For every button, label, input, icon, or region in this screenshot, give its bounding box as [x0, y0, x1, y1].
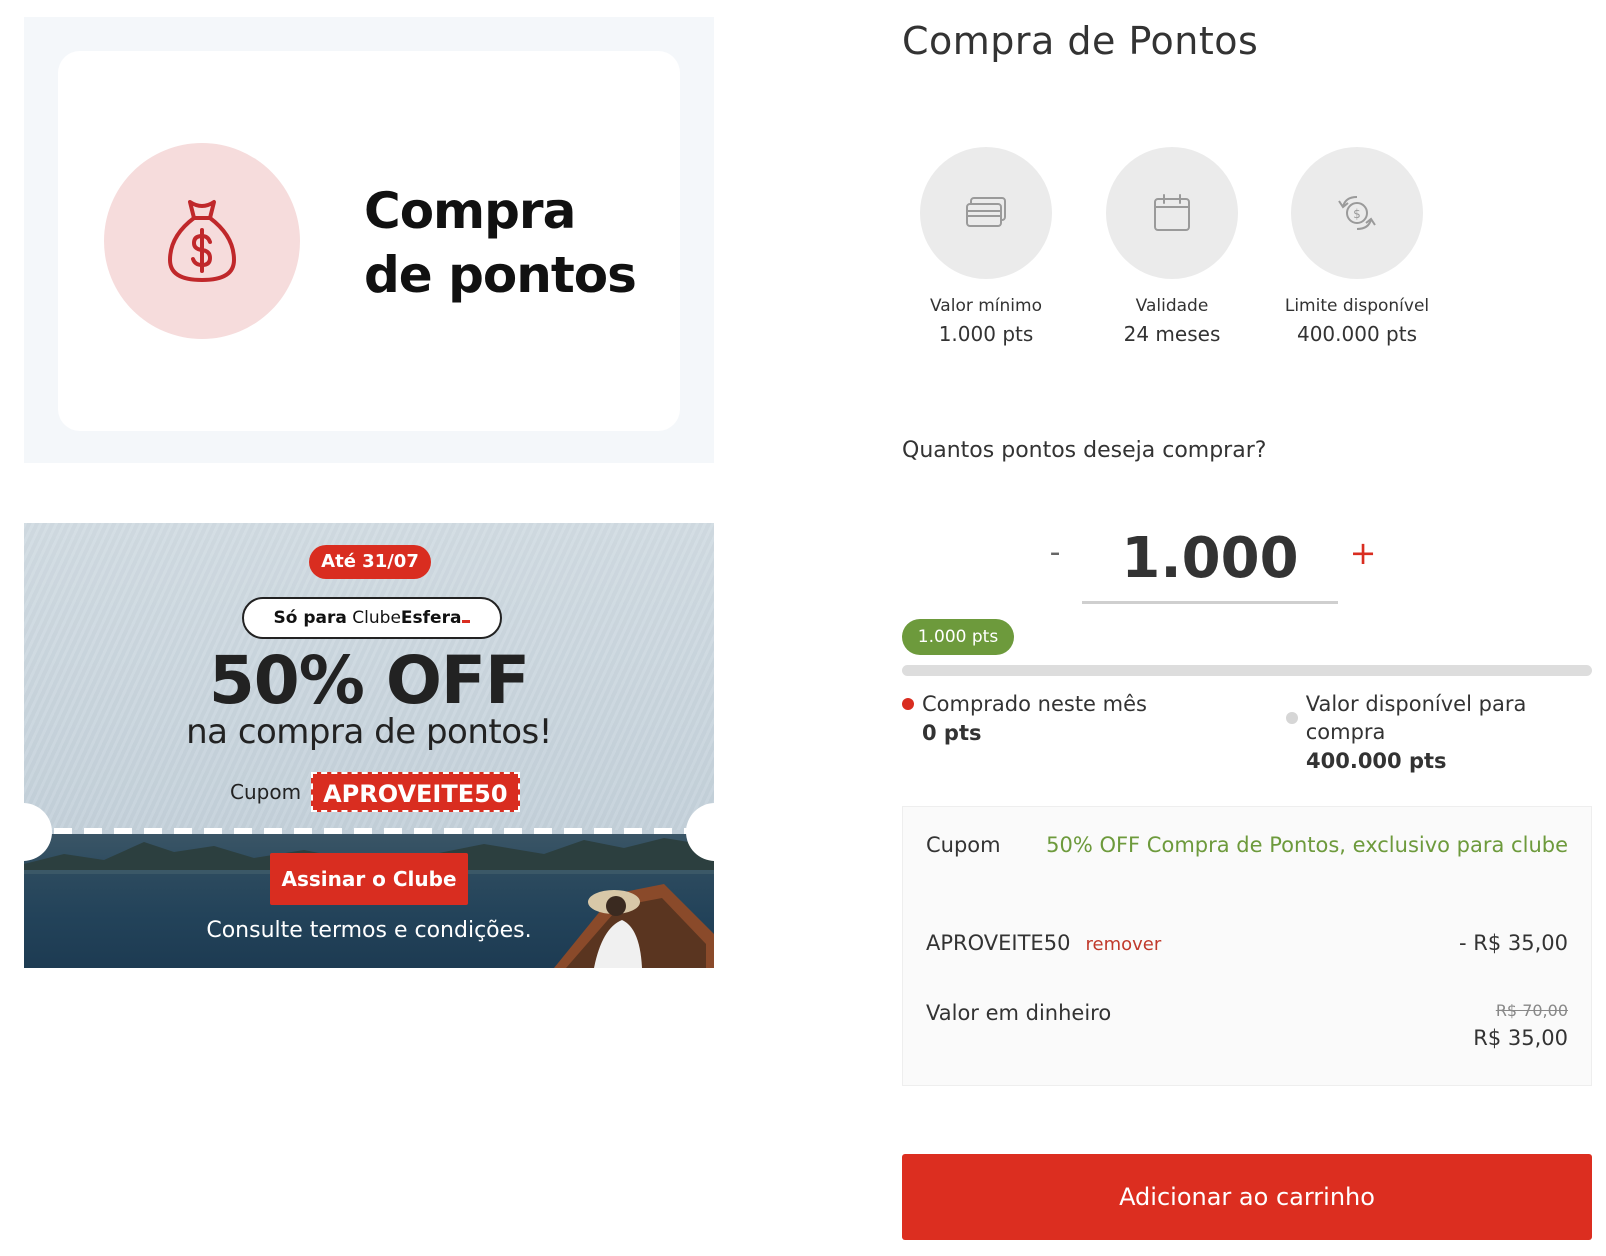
info-label: Limite disponível	[1284, 296, 1430, 316]
club-prefix: Só para	[273, 608, 347, 628]
available-dot	[1286, 712, 1298, 724]
info-value: 400.000 pts	[1296, 322, 1418, 346]
summary-coupon-description: 50% OFF Compra de Pontos, exclusivo para…	[1046, 833, 1568, 857]
available-value: 400.000 pts	[1306, 749, 1447, 773]
cash-value-label: Valor em dinheiro	[926, 1001, 1112, 1025]
cash-price-block: R$ 70,00 R$ 35,00	[1473, 999, 1568, 1053]
promo-date-badge: Até 31/07	[309, 545, 431, 579]
info-value: 1.000 pts	[938, 322, 1034, 346]
decrease-points-button[interactable]: -	[1040, 531, 1070, 575]
money-bag-icon	[168, 200, 236, 282]
info-available-limit: $ Limite disponível 400.000 pts	[1265, 147, 1449, 347]
summary-cash-row: Valor em dinheiro R$ 70,00 R$ 35,00	[926, 999, 1568, 1053]
calendar-icon	[1154, 194, 1190, 231]
ticket-perforation	[24, 828, 714, 834]
subscribe-club-button[interactable]: Assinar o Clube	[270, 853, 468, 905]
summary-coupon-label: Cupom	[926, 833, 1001, 857]
info-label: Valor mínimo	[930, 296, 1042, 316]
old-price: R$ 70,00	[1495, 1001, 1568, 1020]
increase-points-button[interactable]: +	[1348, 531, 1378, 575]
promo-subheadline: na compra de pontos!	[186, 712, 552, 752]
info-value: 24 meses	[1123, 322, 1221, 346]
club-name-bold: Esfera	[400, 608, 462, 628]
promo-coupon-row: Cupom APROVEITE50	[230, 771, 520, 813]
cards-icon	[966, 197, 1006, 227]
hero-title-line1: Compra	[364, 182, 576, 240]
exchange-money-icon: $	[1338, 196, 1376, 230]
info-validity: Validade 24 meses	[1080, 147, 1264, 347]
available-label: Valor disponível para compra	[1305, 692, 1527, 744]
club-logo-dot	[462, 620, 471, 623]
applied-coupon-code: APROVEITE50	[926, 931, 1071, 955]
hero-title: Compra de pontos	[364, 179, 637, 307]
info-circle	[1106, 147, 1238, 279]
info-circle	[920, 147, 1052, 279]
page-title: Compra de Pontos	[902, 19, 1259, 63]
legend-available: Valor disponível para compra 400.000 pts	[1286, 690, 1606, 776]
purchased-dot	[902, 698, 914, 710]
info-label: Validade	[1135, 296, 1209, 316]
remove-coupon-link[interactable]: remover	[1086, 934, 1162, 955]
selected-points-pill: 1.000 pts	[902, 619, 1014, 655]
purchase-progress-bar	[902, 665, 1592, 676]
order-summary: Cupom 50% OFF Compra de Pontos, exclusiv…	[902, 806, 1592, 1086]
svg-text:$: $	[1353, 207, 1361, 221]
product-hero-inner: Compra de pontos	[58, 51, 680, 431]
points-quantity-input[interactable]	[1082, 516, 1338, 604]
coupon-discount-value: - R$ 35,00	[1459, 931, 1568, 955]
club-name-light: Clube	[352, 608, 401, 628]
promo-coupon-code: APROVEITE50	[311, 772, 520, 812]
promo-coupon-label: Cupom	[230, 780, 302, 804]
boat-traveler-illustration	[554, 884, 714, 968]
legend-purchased: Comprado neste mês 0 pts	[902, 690, 1147, 748]
club-esfera-pill: Só para ClubeEsfera	[242, 597, 502, 639]
hero-title-line2: de pontos	[364, 246, 637, 304]
summary-coupon-row: Cupom 50% OFF Compra de Pontos, exclusiv…	[926, 831, 1568, 859]
promo-headline: 50% OFF	[208, 642, 530, 719]
purchased-label: Comprado neste mês	[922, 692, 1147, 716]
money-bag-badge	[104, 143, 300, 339]
quantity-question: Quantos pontos deseja comprar?	[902, 438, 1267, 463]
new-price: R$ 35,00	[1473, 1026, 1568, 1050]
promo-banner[interactable]: Até 31/07 Só para ClubeEsfera 50% OFF na…	[24, 523, 714, 968]
info-circle: $	[1291, 147, 1423, 279]
product-hero-card: Compra de pontos	[24, 17, 714, 463]
promo-terms-link[interactable]: Consulte termos e condições.	[24, 917, 714, 945]
purchased-value: 0 pts	[922, 721, 982, 745]
info-min-value: Valor mínimo 1.000 pts	[894, 147, 1078, 347]
summary-applied-coupon-row: APROVEITE50 remover - R$ 35,00	[926, 929, 1568, 957]
add-to-cart-button[interactable]: Adicionar ao carrinho	[902, 1154, 1592, 1240]
